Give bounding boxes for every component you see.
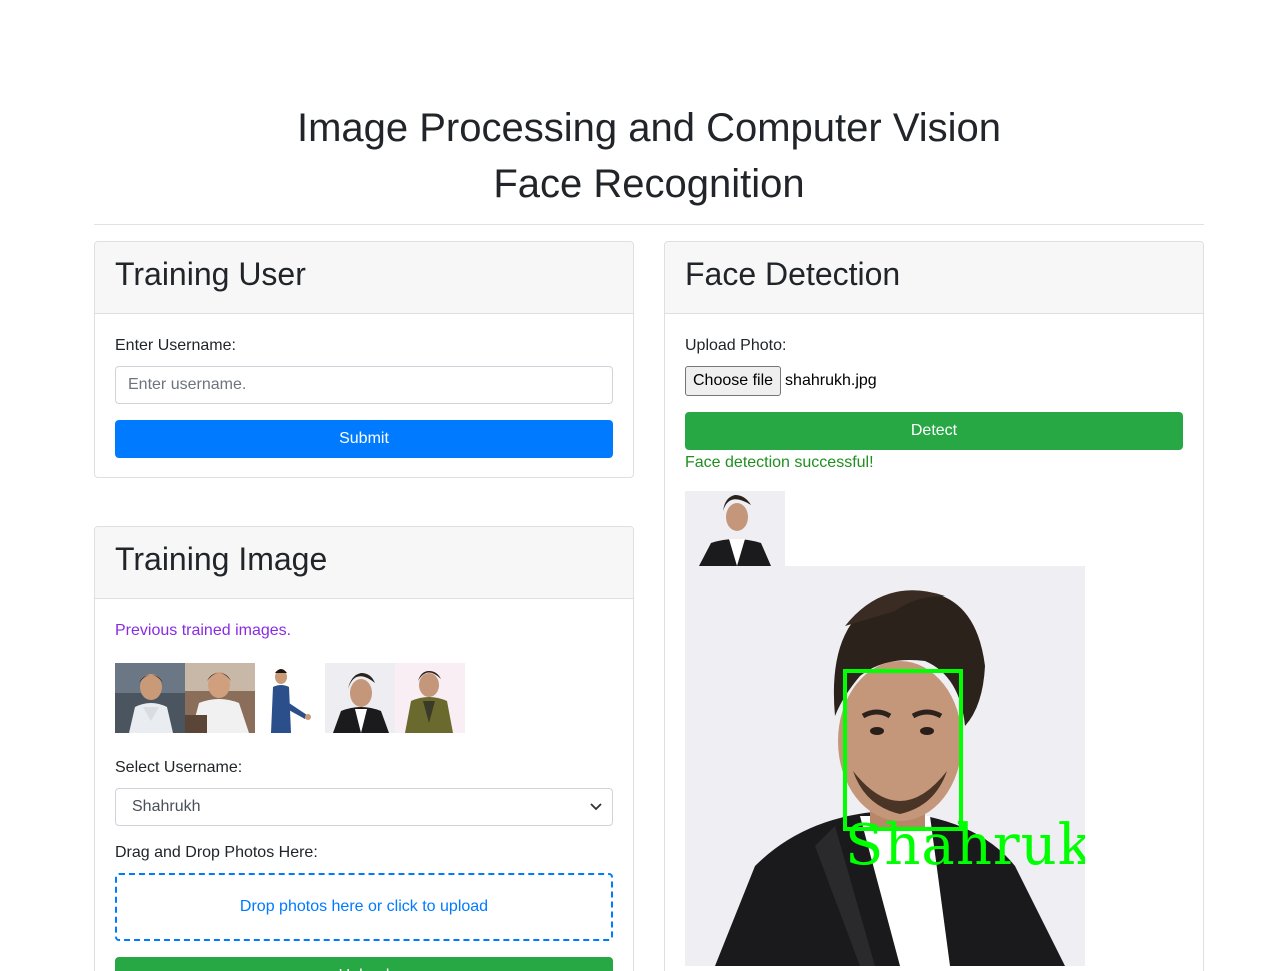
username-select[interactable]: Shahrukh [115, 788, 613, 826]
trained-images-list [115, 663, 613, 733]
detection-result-image: Shahruk [685, 566, 1085, 966]
file-input: Choose file shahrukh.jpg [685, 366, 1183, 396]
training-user-title: Training User [115, 256, 306, 292]
face-detection-title: Face Detection [685, 256, 901, 292]
uploaded-photo-thumbnail [685, 491, 785, 566]
face-detection-card: Face Detection Upload Photo: Choose file… [664, 241, 1204, 971]
header-divider [94, 224, 1204, 225]
trained-image-thumbnail [325, 663, 395, 733]
selected-username: Shahrukh [132, 798, 201, 815]
trained-image-thumbnail [185, 663, 255, 733]
select-username-label: Select Username: [115, 759, 243, 776]
training-user-card-header: Training User [95, 242, 633, 314]
submit-button[interactable]: Submit [115, 420, 613, 458]
training-image-card: Training Image Previous trained images. [94, 526, 634, 971]
training-image-title: Training Image [115, 541, 328, 577]
drag-drop-label: Drag and Drop Photos Here: [115, 844, 318, 861]
detection-status: Face detection successful! [685, 454, 874, 471]
photo-dropzone[interactable]: Drop photos here or click to upload [115, 873, 613, 941]
face-detection-card-header: Face Detection [665, 242, 1203, 314]
username-label: Enter Username: [115, 337, 236, 354]
username-input[interactable] [115, 366, 613, 404]
detection-label: Shahruk [845, 813, 1085, 878]
trained-image-thumbnail [395, 663, 465, 733]
page-title: Image Processing and Computer Vision [296, 106, 1002, 150]
training-user-card: Training User Enter Username: Submit [94, 241, 634, 478]
dropzone-text: Drop photos here or click to upload [239, 898, 489, 915]
selected-file-name: shahrukh.jpg [785, 372, 877, 389]
trained-image-thumbnail [115, 663, 185, 733]
upload-button[interactable]: Upload [115, 957, 613, 971]
detect-button[interactable]: Detect [685, 412, 1183, 450]
upload-photo-label: Upload Photo: [685, 337, 787, 354]
page-subtitle: Face Recognition [493, 162, 805, 206]
page-header: Image Processing and Computer Vision Fac… [94, 100, 1204, 212]
chevron-down-icon [590, 798, 602, 816]
choose-file-button[interactable]: Choose file [685, 366, 782, 396]
trained-image-thumbnail [255, 663, 325, 733]
training-image-card-header: Training Image [95, 527, 633, 599]
previous-trained-text: Previous trained images. [115, 622, 292, 639]
